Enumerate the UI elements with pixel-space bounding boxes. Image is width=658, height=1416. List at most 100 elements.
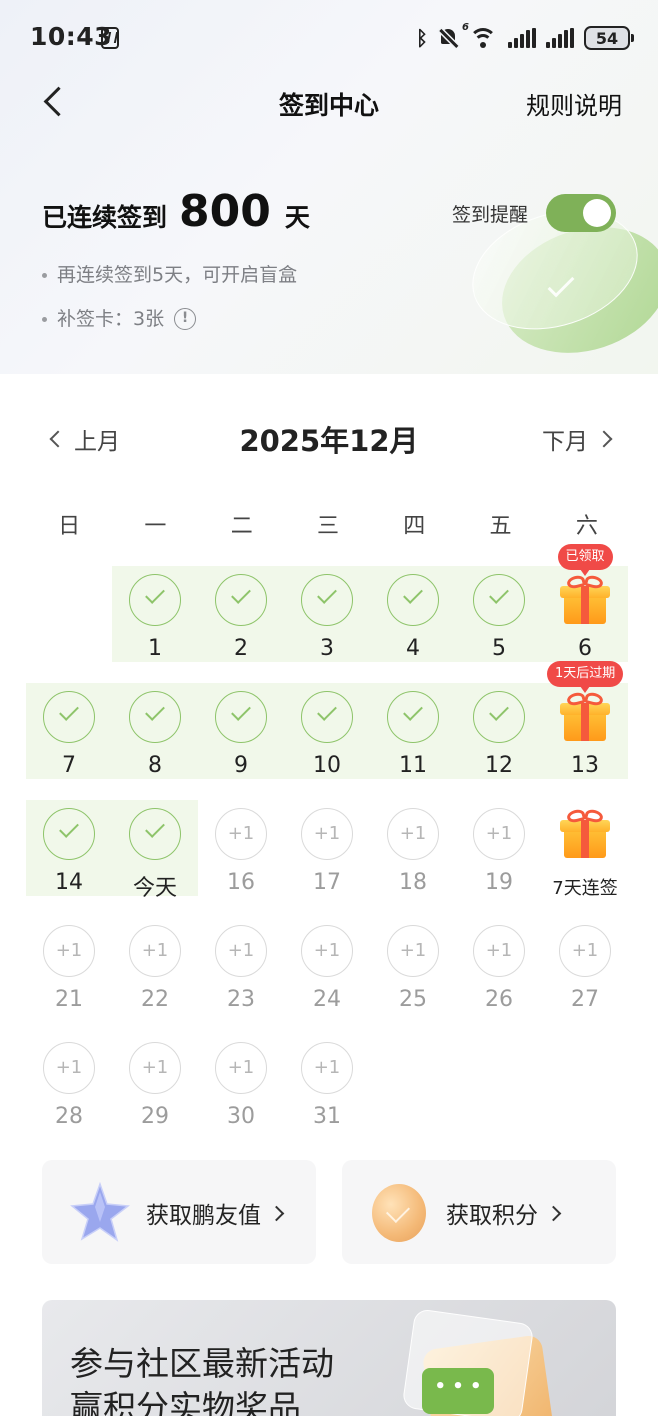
calendar-day[interactable]: 10 — [284, 691, 370, 801]
checkmark-icon — [387, 574, 439, 626]
calendar-day[interactable]: 5 — [456, 574, 542, 684]
tips-list: 再连续签到5天，可开启盲盒 补签卡：3张! — [42, 263, 297, 351]
calendar-day[interactable]: +1 27 — [542, 925, 628, 1035]
calendar-day[interactable]: 今天 — [112, 808, 198, 918]
calendar-day[interactable]: +1 31 — [284, 1042, 370, 1152]
gift-status-tag: 已领取 — [557, 544, 613, 576]
plus-one-label: +1 — [227, 1057, 255, 1078]
header-area: 10:43 ᛒ 6 54 签到中心 规则说明 已连续签到 800 天 签到提醒 … — [0, 0, 658, 374]
day-number: 3 — [320, 636, 334, 661]
weekday-label: 二 — [230, 514, 253, 539]
day-number: 7天连签 — [552, 878, 618, 899]
checkmark-icon — [215, 574, 267, 626]
points-card[interactable]: 获取积分 — [342, 1160, 616, 1264]
day-number: 19 — [485, 870, 513, 895]
status-bar: 10:43 ᛒ 6 54 — [0, 0, 658, 80]
calendar-day[interactable]: 11 — [370, 691, 456, 801]
weekday-label: 一 — [144, 514, 167, 539]
plus-one-label: +1 — [313, 823, 341, 844]
day-number: 8 — [148, 753, 162, 778]
day-number: 29 — [141, 1104, 169, 1129]
calendar-day[interactable]: 14 — [26, 808, 112, 918]
calendar-day[interactable]: +1 30 — [198, 1042, 284, 1152]
streak-summary: 已连续签到 800 天 — [42, 186, 310, 237]
calendar-day[interactable]: +1 19 — [456, 808, 542, 918]
checkin-coin-decoration — [456, 190, 658, 374]
signal-icon-2 — [546, 28, 574, 48]
weekday-label: 五 — [489, 514, 512, 539]
streak-days: 800 — [179, 186, 271, 237]
calendar-day[interactable]: 8 — [112, 691, 198, 801]
calendar-day[interactable]: 7 — [26, 691, 112, 801]
checkmark-icon — [473, 691, 525, 743]
calendar-panel: 上月 2025年12月 下月 日 一 二 三 四 五 六 1 2 3 4 5 已领取 6 7 8… — [0, 374, 658, 1154]
day-number: 13 — [571, 753, 599, 778]
month-navigation: 上月 2025年12月 下月 — [0, 418, 658, 458]
plus-one-label: +1 — [313, 1057, 341, 1078]
tip-blindbox: 再连续签到5天，可开启盲盒 — [42, 263, 297, 287]
next-month-button[interactable]: 下月 — [542, 422, 613, 456]
day-number: 22 — [141, 987, 169, 1012]
chevron-right-icon — [595, 430, 613, 448]
calendar-day[interactable]: +1 29 — [112, 1042, 198, 1152]
streak-suffix: 天 — [284, 203, 310, 232]
calendar-day[interactable]: +1 16 — [198, 808, 284, 918]
day-number: 30 — [227, 1104, 255, 1129]
plus-one-label: +1 — [313, 940, 341, 961]
day-number: 4 — [406, 636, 420, 661]
calendar-day[interactable]: 2 — [198, 574, 284, 684]
coin-icon — [372, 1184, 426, 1242]
info-icon[interactable]: ! — [174, 308, 197, 330]
reminder-toggle[interactable] — [546, 194, 616, 232]
battery-icon: 54 — [584, 26, 634, 50]
plus-one-label: +1 — [399, 940, 427, 961]
tip-makeup-card: 补签卡：3张! — [42, 307, 297, 331]
weekday-label: 三 — [316, 514, 339, 539]
calendar-day[interactable]: 9 — [198, 691, 284, 801]
weekday-label: 四 — [403, 514, 426, 539]
friend-value-card[interactable]: 获取鹏友值 — [42, 1160, 316, 1264]
calendar-day[interactable]: 7天连签 — [542, 807, 628, 918]
bluetooth-icon: ᛒ — [416, 26, 428, 50]
day-number: 11 — [399, 753, 427, 778]
calendar-day[interactable]: +1 24 — [284, 925, 370, 1035]
checkmark-icon — [387, 691, 439, 743]
day-number: 25 — [399, 987, 427, 1012]
day-number: 14 — [55, 870, 83, 895]
plus-one-label: +1 — [227, 940, 255, 961]
plus-one-label: +1 — [141, 1057, 169, 1078]
day-number: 17 — [313, 870, 341, 895]
gift-icon — [560, 690, 610, 743]
day-number: 今天 — [132, 876, 177, 901]
calendar-day[interactable]: 3 — [284, 574, 370, 684]
activity-banner[interactable]: 参与社区最新活动 赢积分实物奖品 — [42, 1300, 616, 1416]
calendar-day[interactable]: +1 28 — [26, 1042, 112, 1152]
calendar-day[interactable]: 12 — [456, 691, 542, 801]
calendar-day[interactable]: +1 21 — [26, 925, 112, 1035]
plus-one-label: +1 — [571, 940, 599, 961]
reward-cards: 获取鹏友值 获取积分 — [42, 1160, 616, 1264]
nfc-icon — [101, 27, 119, 49]
calendar-day[interactable]: +1 22 — [112, 925, 198, 1035]
calendar-day[interactable]: 1 — [112, 574, 198, 684]
day-number: 24 — [313, 987, 341, 1012]
friend-value-label: 获取鹏友值 — [146, 1196, 285, 1230]
plus-one-label: +1 — [485, 823, 513, 844]
star-crystal-icon — [70, 1182, 130, 1242]
checkmark-icon — [129, 574, 181, 626]
weekday-label: 六 — [575, 514, 598, 539]
plus-one-label: +1 — [141, 940, 169, 961]
calendar-day[interactable]: +1 26 — [456, 925, 542, 1035]
rules-link[interactable]: 规则说明 — [526, 86, 622, 121]
calendar-day[interactable]: +1 25 — [370, 925, 456, 1035]
calendar-day[interactable]: 4 — [370, 574, 456, 684]
plus-one-label: +1 — [399, 823, 427, 844]
weekday-header: 日 一 二 三 四 五 六 — [26, 508, 630, 539]
checkmark-icon — [215, 691, 267, 743]
nav-bar: 签到中心 规则说明 — [0, 80, 658, 126]
calendar-day[interactable]: +1 23 — [198, 925, 284, 1035]
gift-icon — [560, 807, 610, 860]
calendar-day[interactable]: +1 17 — [284, 808, 370, 918]
calendar-day[interactable]: 1天后过期 13 — [542, 661, 628, 801]
calendar-day[interactable]: +1 18 — [370, 808, 456, 918]
